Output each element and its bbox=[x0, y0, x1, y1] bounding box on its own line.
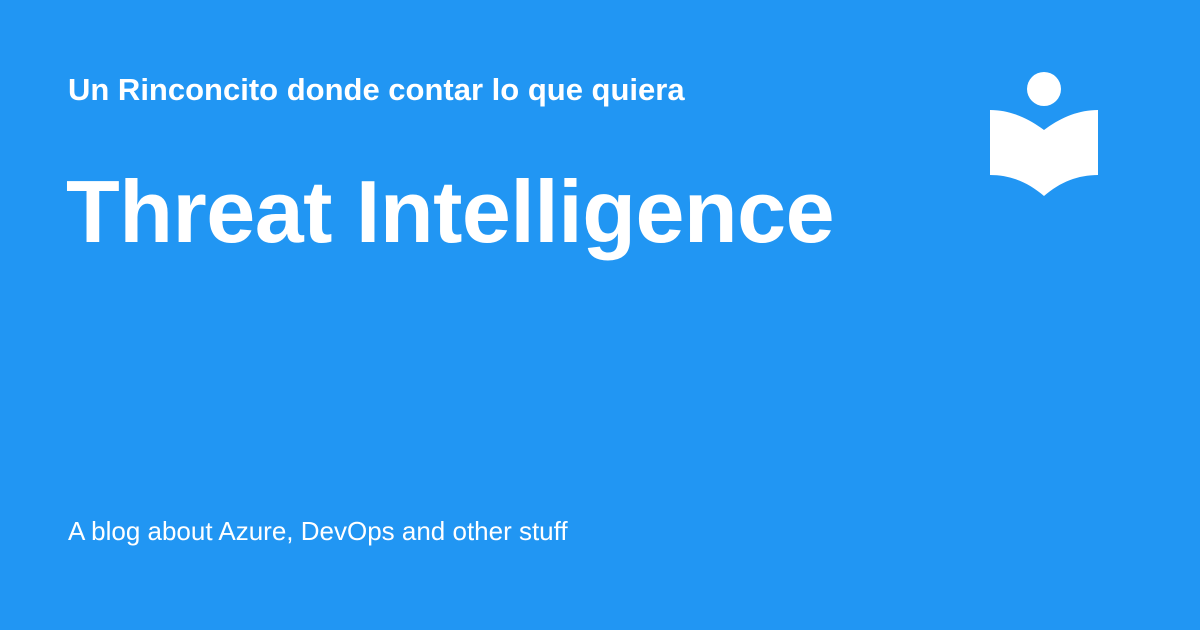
reader-book-icon bbox=[988, 70, 1100, 198]
page-title: Threat Intelligence bbox=[66, 162, 835, 261]
site-tagline: A blog about Azure, DevOps and other stu… bbox=[68, 516, 568, 546]
social-card: Un Rinconcito donde contar lo que quiera… bbox=[0, 0, 1200, 630]
site-title: Un Rinconcito donde contar lo que quiera bbox=[68, 72, 685, 107]
